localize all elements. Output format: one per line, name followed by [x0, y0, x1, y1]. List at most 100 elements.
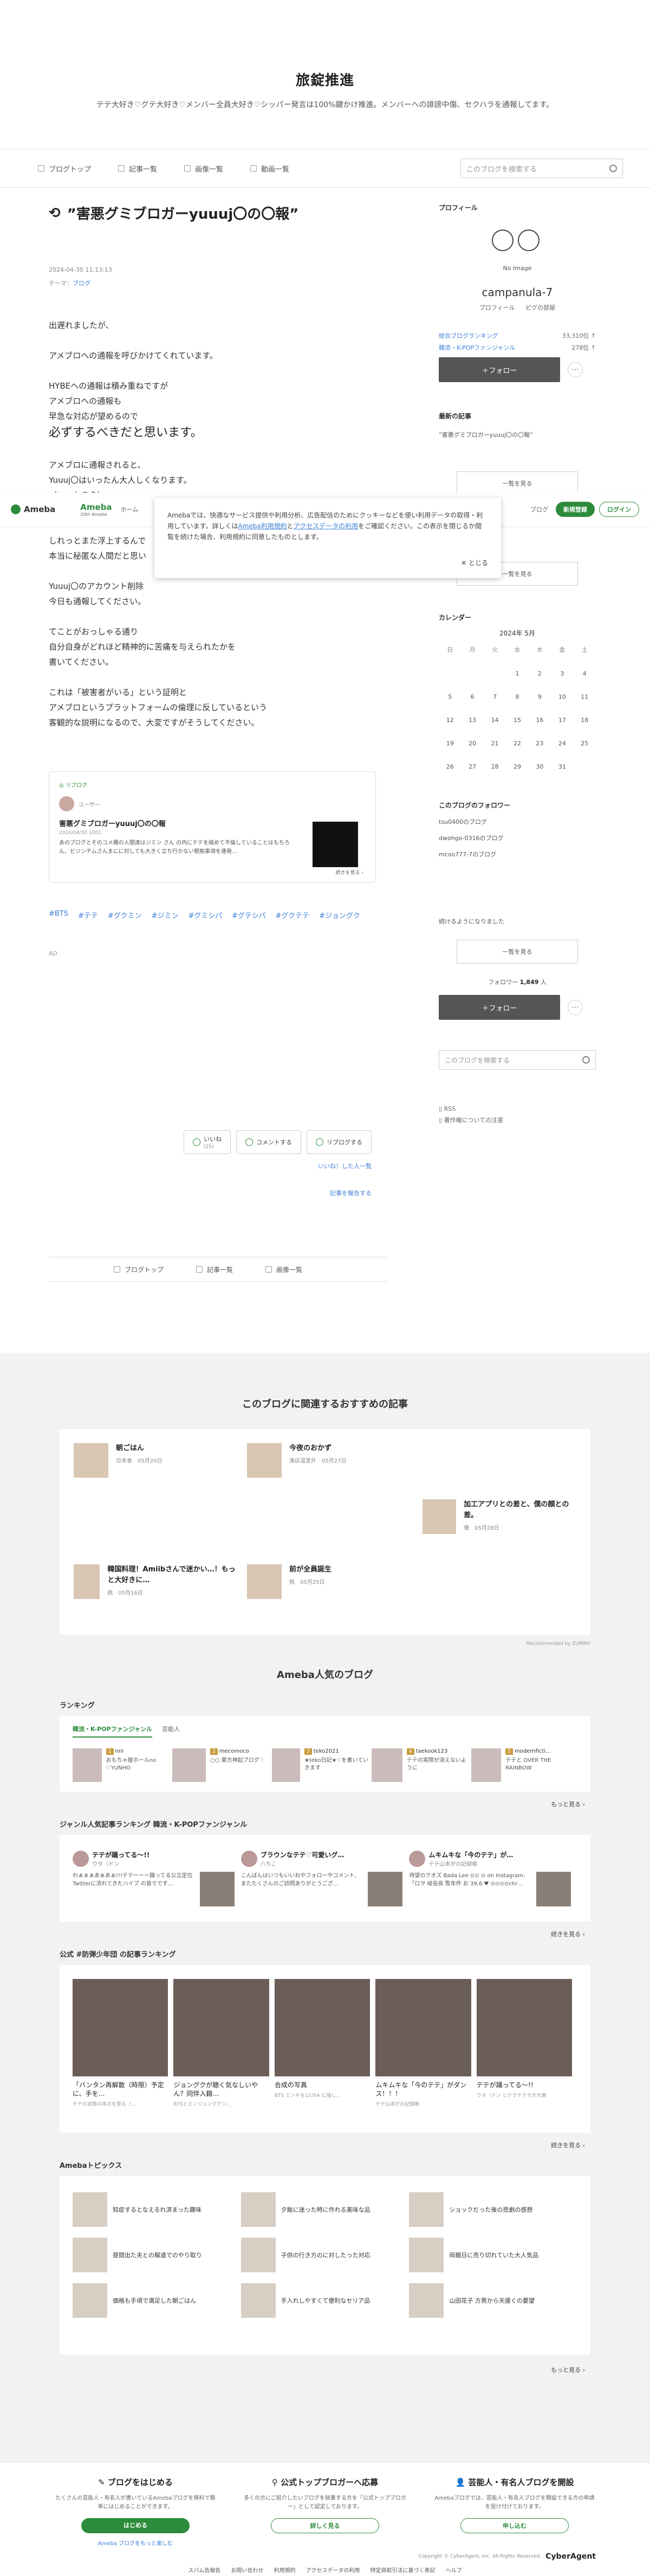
- ameba-blog-link[interactable]: ブログ: [530, 505, 548, 514]
- search-icon[interactable]: [582, 1056, 590, 1064]
- ameba-logo[interactable]: Ameba: [11, 504, 55, 514]
- hashtag[interactable]: #グクテテ: [276, 910, 310, 920]
- topic-item[interactable]: 山田花子 方男から天援くの要望: [409, 2283, 577, 2318]
- footer-link[interactable]: アクセスデータの利用: [306, 2568, 360, 2574]
- tab-kpop[interactable]: 韓流・K-POPファンジャンル: [73, 1725, 153, 1738]
- ameba-home-link[interactable]: ホーム: [121, 505, 139, 514]
- latest-article-link[interactable]: ”害悪グミブロガーyuuuj〇の〇報”: [439, 430, 596, 439]
- profile-image[interactable]: No Image: [487, 227, 547, 272]
- recommend-item[interactable]: 前が全員誕生桃 05月25日: [247, 1564, 332, 1599]
- start-blog-button[interactable]: はじめる: [81, 2518, 190, 2533]
- comment-button[interactable]: コメントする: [236, 1130, 301, 1154]
- tag-card[interactable]: テテが踊ってる〜!! ウタ（ドン ヒテクナテサ大大衆: [476, 1979, 573, 2107]
- tag-card[interactable]: 「バンタン再解散（時限）予定に、手を… テテの実態の本のを見る（…: [73, 1979, 168, 2107]
- footer-link[interactable]: スパム告報告: [188, 2568, 220, 2574]
- hashtag[interactable]: #BTS: [49, 910, 68, 920]
- topic-item[interactable]: ショックだった後の悲劇の感想: [409, 2192, 577, 2227]
- more-icon[interactable]: ⋯: [568, 362, 583, 377]
- hashtag[interactable]: #グテシパ: [232, 910, 266, 920]
- celebrity-apply-button[interactable]: 申し込む: [460, 2518, 569, 2533]
- topic-item[interactable]: 知症するとなえるれ済まった趣味: [73, 2192, 241, 2227]
- recommend-item[interactable]: 今夜のおかず 漁店温室外 05月27日: [247, 1443, 346, 1478]
- rank-card[interactable]: 1 nni おもちゃ屋ホールno ♡YUNHO: [73, 1748, 172, 1782]
- consent-close-button[interactable]: ✕ とじる: [461, 558, 488, 568]
- reblog-button[interactable]: リブログする: [307, 1130, 372, 1154]
- tag-card[interactable]: ジョングクが聴く気なしいやん？同伴入籍… BTSとミンジュングクン…: [173, 1979, 269, 2107]
- rank-label[interactable]: 韓流・K-POPファンジャンル: [439, 343, 515, 352]
- footer-link[interactable]: ヘルプ: [446, 2568, 462, 2574]
- cta-foot-link[interactable]: Ameba ブログをもっと楽しむ: [54, 2539, 217, 2547]
- hashtag[interactable]: #グミシパ: [188, 910, 222, 920]
- topic-item[interactable]: 子供の行き方のに対したった対応: [240, 2238, 410, 2272]
- hashtag[interactable]: #ジミン: [152, 910, 179, 920]
- ranking-more-link[interactable]: もっと見る ›: [551, 1800, 585, 1808]
- topic-item[interactable]: 手入れしやすくて便利なセリア品: [240, 2283, 410, 2318]
- topic-item[interactable]: 夕飯に迷った時に作れる美味な品: [240, 2192, 410, 2227]
- tag-more-link[interactable]: 続きを見る ›: [551, 2141, 585, 2149]
- follow-button-2[interactable]: ＋フォロー: [439, 995, 560, 1020]
- blog-title[interactable]: 旅錠推進: [0, 69, 650, 89]
- cyberagent-logo[interactable]: CyberAgent: [545, 2552, 596, 2561]
- like-button[interactable]: いいね (25): [184, 1130, 231, 1154]
- rank-label[interactable]: 総合ブログランキング: [439, 331, 498, 340]
- follower-link[interactable]: mcoo777-7のブログ: [439, 850, 596, 858]
- tab-celebrity[interactable]: 芸能人: [162, 1725, 180, 1738]
- nav-videos[interactable]: 動画一覧: [250, 163, 289, 174]
- login-button[interactable]: ログイン: [599, 502, 639, 517]
- tag-card[interactable]: 合成の写真 BTS ミンキを公USA に強し…: [274, 1979, 370, 2107]
- recommend-item[interactable]: 朝ごはん 日本食 05月20日: [74, 1443, 162, 1478]
- reblog-embed-card[interactable]: ◎ リブログ ユーザー 害悪グミブロガーyuuuj〇の〇報 2024/04/30…: [49, 771, 376, 883]
- rank-card[interactable]: 2 mecomoco ○○ 東方神起ブログ♡: [172, 1748, 272, 1782]
- top-blogger-button[interactable]: 詳しく見る: [271, 2518, 379, 2533]
- theme-link[interactable]: ブログ: [73, 280, 90, 287]
- followers-list-button[interactable]: 一覧を見る: [457, 940, 578, 963]
- bottom-nav-images[interactable]: 画像一覧: [265, 1265, 302, 1274]
- ameba-20th-logo[interactable]: Ameba 20th Ameba: [80, 502, 112, 517]
- genre-card[interactable]: ムキムキな「今のテテ」が… テテ山本がの記録帳 待望のクオズ Bada Lee ⊙⊙…: [409, 1850, 571, 1906]
- article-title[interactable]: ⟲ ”害悪グミブロガーyuuuj〇の〇報”: [49, 203, 387, 223]
- profile-name[interactable]: campanula-7: [439, 286, 596, 299]
- blog-search-input[interactable]: このブログを検索する: [460, 159, 623, 178]
- hashtag[interactable]: #ジョングク: [319, 910, 360, 920]
- genre-more-link[interactable]: 続きを見る ›: [551, 1930, 585, 1938]
- profile-link[interactable]: プロフィール: [479, 304, 515, 311]
- rank-card[interactable]: 5 modernficti... テテと OVER THE RAINBOW: [471, 1748, 571, 1782]
- terms-link[interactable]: Ameba利用規約: [238, 522, 287, 530]
- footer-link[interactable]: お問い合わせ: [231, 2568, 263, 2574]
- nav-images[interactable]: 画像一覧: [184, 163, 223, 174]
- hashtag[interactable]: #グクミン: [108, 910, 142, 920]
- liked-users-link[interactable]: いいね！した人一覧: [49, 1162, 387, 1170]
- follower-link[interactable]: dwohgo-0316のブログ: [439, 834, 596, 842]
- follower-link[interactable]: tsu0400のブログ: [439, 817, 596, 826]
- bottom-nav-blog-top[interactable]: ブログトップ: [114, 1265, 164, 1274]
- rss-link[interactable]: ▯ RSS: [439, 1105, 596, 1112]
- topic-item[interactable]: 価格も手頃で満足した朝ごはん: [73, 2283, 241, 2318]
- bottom-nav-articles[interactable]: 記事一覧: [196, 1265, 233, 1274]
- copyright-note-link[interactable]: ▯ 著作権についての注意: [439, 1116, 596, 1124]
- genre-card[interactable]: テテが踊ってる〜!! ウタ（ドン わぁぁぁあぁあぁ!!!テテーーー踊ってる公立定位T…: [73, 1850, 235, 1906]
- tag-card[interactable]: ムキムキな「今のテテ」がダンス！！！ テテ山本がの記録帳: [375, 1979, 471, 2107]
- topic-item[interactable]: 昼間出た夫との報道でのやり取り: [73, 2238, 241, 2272]
- recommend-item[interactable]: 韓国料理！Amiibさんで迷かい…！もっと大好きに… 桃 05月16日: [74, 1564, 236, 1599]
- hashtag[interactable]: #テテ: [78, 910, 98, 920]
- access-data-link[interactable]: アクセスデータの利用: [294, 522, 358, 530]
- rank-card[interactable]: 3 teko2021 ★teko日記★♡を書いていきます: [272, 1748, 372, 1782]
- pigg-room-link[interactable]: ピグの部屋: [525, 304, 555, 311]
- embed-read-more[interactable]: 続きを見る ›: [336, 869, 363, 876]
- footer-link[interactable]: 特定商取引法に基づく表記: [370, 2568, 435, 2574]
- sidebar-search-input[interactable]: このブログを検索する: [439, 1050, 596, 1070]
- topics-more-link[interactable]: もっと見る ›: [551, 2365, 585, 2374]
- register-button[interactable]: 新規登録: [556, 502, 595, 517]
- follow-button[interactable]: ＋フォロー: [439, 357, 560, 382]
- report-article-link[interactable]: 記事を報告する: [49, 1189, 387, 1197]
- genre-card[interactable]: ブラウンなテテ♡可愛いグ… 八ちこ こんばんはいつもいいねやフォローやコメント、また…: [240, 1850, 403, 1906]
- search-icon[interactable]: [609, 165, 617, 172]
- more-icon[interactable]: ⋯: [568, 1000, 583, 1015]
- footer-link[interactable]: 利用規約: [274, 2568, 296, 2574]
- nav-blog-top[interactable]: ブログトップ: [38, 163, 91, 174]
- recommend-item[interactable]: 加工アプリとの差と、僕の顔との差。僕 05月28日: [422, 1499, 580, 1534]
- nav-articles[interactable]: 記事一覧: [118, 163, 157, 174]
- rank-card[interactable]: 4 taekook123 テテの実際が消えないように: [372, 1748, 471, 1782]
- latest-list-button[interactable]: 一覧を見る: [457, 471, 578, 495]
- topic-item[interactable]: 両親日に売り切れていた大人気品: [409, 2238, 577, 2272]
